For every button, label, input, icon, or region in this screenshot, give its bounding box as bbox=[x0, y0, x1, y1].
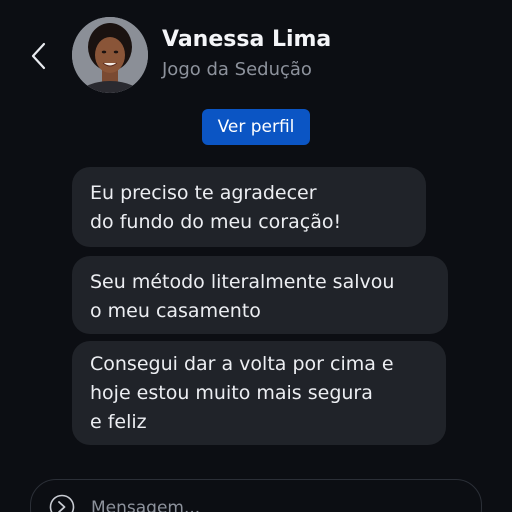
message-bubble: Eu preciso te agradecer do fundo do meu … bbox=[72, 167, 426, 247]
chevron-left-icon bbox=[31, 42, 46, 70]
message-composer bbox=[30, 479, 482, 512]
avatar-image bbox=[72, 17, 148, 93]
message-bubble: Consegui dar a volta por cima e hoje est… bbox=[72, 341, 446, 445]
message-line: hoje estou muito mais segura bbox=[90, 382, 373, 404]
back-button[interactable] bbox=[26, 38, 52, 74]
message-line: Consegui dar a volta por cima e bbox=[90, 353, 394, 375]
message-bubble: Seu método literalmente salvou o meu cas… bbox=[72, 256, 448, 334]
message-line: do fundo do meu coração! bbox=[90, 211, 342, 233]
message-input[interactable] bbox=[91, 493, 451, 512]
message-line: Seu método literalmente salvou bbox=[90, 271, 395, 293]
view-profile-button[interactable]: Ver perfil bbox=[202, 109, 310, 145]
message-line: o meu casamento bbox=[90, 300, 261, 322]
send-circle-icon[interactable] bbox=[49, 494, 75, 512]
avatar[interactable] bbox=[72, 17, 148, 93]
contact-subtitle: Jogo da Sedução bbox=[162, 59, 312, 80]
contact-name: Vanessa Lima bbox=[162, 27, 332, 52]
chat-screen: Vanessa Lima Jogo da Sedução Ver perfil … bbox=[0, 0, 512, 512]
message-line: e feliz bbox=[90, 411, 147, 433]
message-line: Eu preciso te agradecer bbox=[90, 182, 317, 204]
